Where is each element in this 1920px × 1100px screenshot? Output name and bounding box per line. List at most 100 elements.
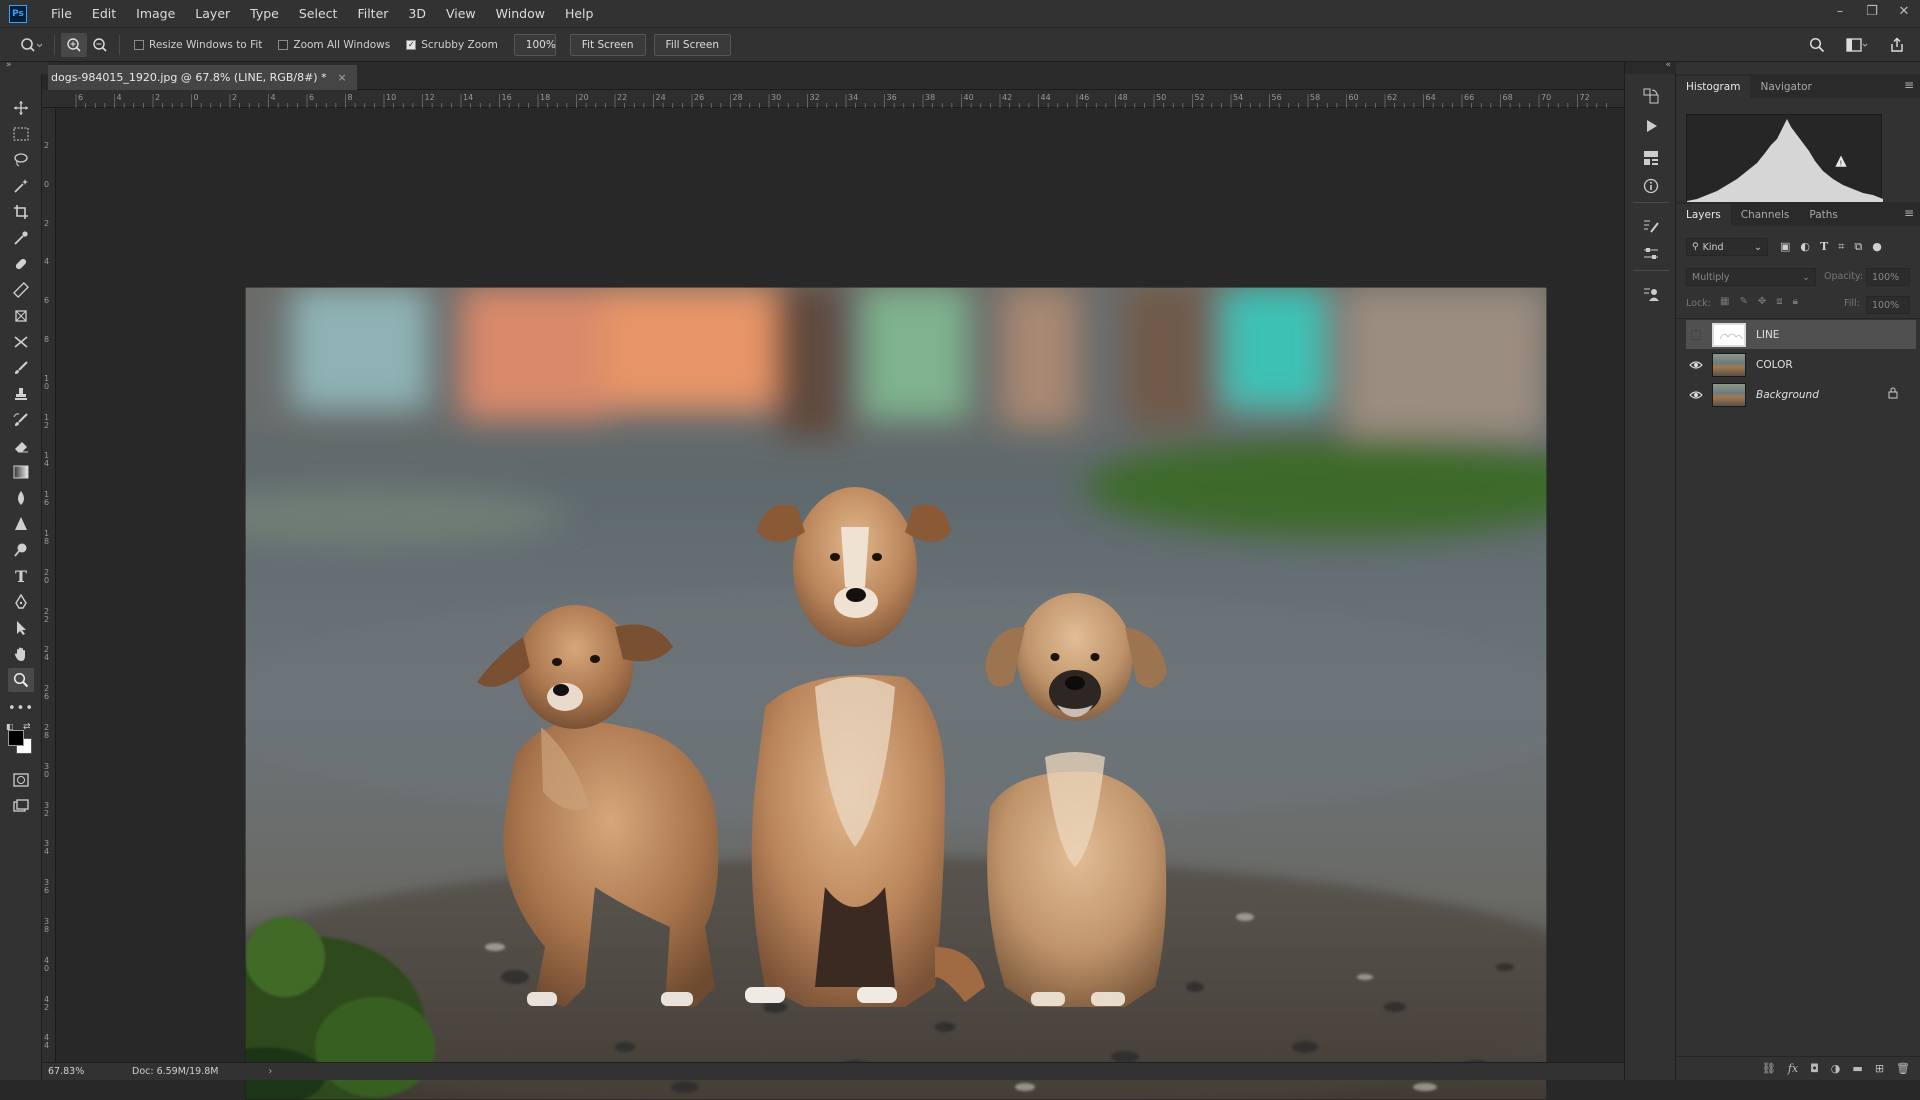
add-mask-icon[interactable]: ◘ (1810, 1062, 1819, 1075)
fill-screen-button[interactable]: Fill Screen (653, 33, 732, 56)
history-brush-icon[interactable] (8, 408, 34, 432)
swap-colors-icon[interactable]: ⇄ (23, 722, 31, 732)
pixel-layer-filter-icon[interactable]: ▣ (1780, 240, 1790, 254)
fill-field[interactable]: 100% (1866, 296, 1910, 314)
marquee-icon[interactable] (8, 122, 34, 146)
delete-layer-icon[interactable]: 🗑︎ (1896, 1062, 1910, 1075)
eye-icon[interactable] (1686, 380, 1706, 409)
menu-edit[interactable]: Edit (82, 6, 126, 21)
share-icon[interactable] (1884, 33, 1910, 57)
document-tab[interactable]: dogs-984015_1920.jpg @ 67.8% (LINE, RGB/… (48, 65, 357, 90)
healing-brush-icon[interactable] (8, 252, 34, 276)
menu-layer[interactable]: Layer (185, 6, 240, 21)
zoom-in-icon[interactable] (61, 32, 87, 57)
horizontal-ruler[interactable]: 6 4 2 0 2 4 6 8 10 12 14 16 18 20 22 24 26 28 30 32 34 36 38 40… (42, 90, 1624, 108)
actions-play-icon[interactable] (1639, 114, 1663, 138)
layer-style-fx-icon[interactable]: fx (1788, 1062, 1798, 1075)
zoom-all-windows-checkbox[interactable]: Zoom All Windows (278, 39, 390, 51)
menu-help[interactable]: Help (555, 6, 604, 21)
ruler-icon[interactable] (8, 278, 34, 302)
panel-menu-icon[interactable]: ≡ (1904, 78, 1914, 92)
quick-mask-icon[interactable] (8, 768, 34, 792)
new-layer-icon[interactable]: ⊞ (1875, 1062, 1884, 1075)
zoom-tool-preset-icon[interactable] (14, 33, 48, 57)
tab-paths[interactable]: Paths (1799, 204, 1848, 226)
fit-screen-button[interactable]: Fit Screen (569, 33, 646, 56)
status-menu-arrow-icon[interactable]: › (268, 1066, 272, 1077)
frame-icon[interactable] (8, 304, 34, 328)
tab-layers[interactable]: Layers (1676, 204, 1731, 226)
menu-filter[interactable]: Filter (347, 6, 398, 21)
lock-all-icon[interactable]: 🔒︎ (1793, 296, 1798, 307)
lock-transparency-icon[interactable]: ▦ (1720, 296, 1729, 307)
eraser-icon[interactable] (8, 434, 34, 458)
layer-name[interactable]: LINE (1756, 329, 1779, 341)
menu-view[interactable]: View (436, 6, 486, 21)
layer-row-background[interactable]: Background (1686, 380, 1916, 409)
document-image[interactable] (245, 287, 1547, 1100)
brush-icon[interactable] (8, 356, 34, 380)
link-layers-icon[interactable]: ⛓︎ (1762, 1062, 1776, 1075)
pen-icon[interactable] (8, 590, 34, 614)
lock-icon[interactable] (1888, 387, 1898, 402)
scrubby-zoom-checkbox[interactable]: ✓ Scrubby Zoom (406, 39, 498, 51)
info-icon[interactable] (1639, 174, 1663, 198)
brush-settings-icon[interactable] (1639, 214, 1663, 238)
properties-panel-icon[interactable] (1639, 146, 1663, 170)
tab-navigator[interactable]: Navigator (1750, 76, 1821, 98)
zoom-icon[interactable] (8, 668, 34, 692)
restore-button[interactable]: ❐ (1856, 0, 1888, 22)
type-layer-filter-icon[interactable]: T (1820, 240, 1828, 254)
visibility-toggle-empty[interactable] (1686, 320, 1706, 349)
gradient-icon[interactable] (8, 460, 34, 484)
history-panel-icon[interactable] (1639, 84, 1663, 108)
menu-image[interactable]: Image (126, 6, 185, 21)
smart-object-filter-icon[interactable]: ⧉ (1854, 240, 1862, 254)
adjustment-layer-icon[interactable]: ◑ (1831, 1062, 1841, 1075)
dock-collapse-bar[interactable]: « (1625, 60, 1677, 74)
workspace-icon[interactable] (1844, 33, 1870, 57)
lock-position-icon[interactable]: ✥ (1758, 296, 1766, 307)
more-tools-icon[interactable]: ••• (8, 696, 34, 720)
dodge-icon[interactable] (8, 538, 34, 562)
layer-name[interactable]: Background (1756, 389, 1819, 401)
menu-file[interactable]: File (41, 6, 82, 21)
resize-windows-checkbox[interactable]: Resize Windows to Fit (134, 39, 262, 51)
layer-row-line[interactable]: LINE (1686, 320, 1916, 349)
adjustments-icon[interactable] (1639, 242, 1663, 266)
opacity-field[interactable]: 100% (1866, 268, 1910, 286)
hand-icon[interactable] (8, 642, 34, 666)
zoom-percentage-field[interactable]: 100% (513, 33, 556, 56)
canvas-area[interactable] (56, 108, 1624, 1100)
menu-type[interactable]: Type (240, 6, 289, 21)
blend-mode-select[interactable]: Multiply ⌄ (1686, 268, 1816, 286)
layer-name[interactable]: COLOR (1756, 359, 1793, 371)
zoom-level[interactable]: 67.83% (48, 1066, 104, 1077)
layer-kind-filter[interactable]: ⚲ Kind ⌄ (1686, 238, 1768, 256)
zoom-out-icon[interactable] (87, 33, 113, 57)
tab-histogram[interactable]: Histogram (1676, 76, 1751, 98)
sharpen-icon[interactable] (8, 512, 34, 536)
lasso-icon[interactable] (8, 148, 34, 172)
blur-icon[interactable] (8, 486, 34, 510)
lock-artboard-icon[interactable]: ⧈ (1776, 296, 1782, 307)
search-icon[interactable] (1804, 33, 1830, 57)
clone-stamp-icon[interactable] (8, 382, 34, 406)
shape-layer-filter-icon[interactable]: ⌗ (1838, 240, 1844, 254)
toolbox-collapse-bar[interactable]: » (0, 60, 48, 74)
move-icon[interactable] (8, 96, 34, 120)
type-icon[interactable]: T (8, 564, 34, 588)
menu-3d[interactable]: 3D (398, 6, 436, 21)
foreground-color-swatch[interactable] (8, 730, 24, 746)
color-swatches[interactable]: ◧ ⇄ (6, 722, 36, 754)
panel-menu-icon[interactable]: ≡ (1904, 206, 1914, 220)
close-window-button[interactable]: ✕ (1888, 0, 1920, 22)
vertical-ruler[interactable]: 2 0 2 4 6 8 10 12 14 16 18 20 22 24 26 28 30 32 34 36 38 40 42… (42, 108, 56, 1062)
new-group-icon[interactable]: ▬ (1852, 1062, 1862, 1075)
path-selection-icon[interactable] (8, 616, 34, 640)
filter-toggle-icon[interactable]: ● (1872, 240, 1882, 254)
adjustment-layer-filter-icon[interactable]: ◐ (1800, 240, 1810, 254)
magic-wand-icon[interactable] (8, 174, 34, 198)
close-tab-icon[interactable]: × (337, 71, 346, 84)
libraries-icon[interactable] (1639, 282, 1663, 306)
